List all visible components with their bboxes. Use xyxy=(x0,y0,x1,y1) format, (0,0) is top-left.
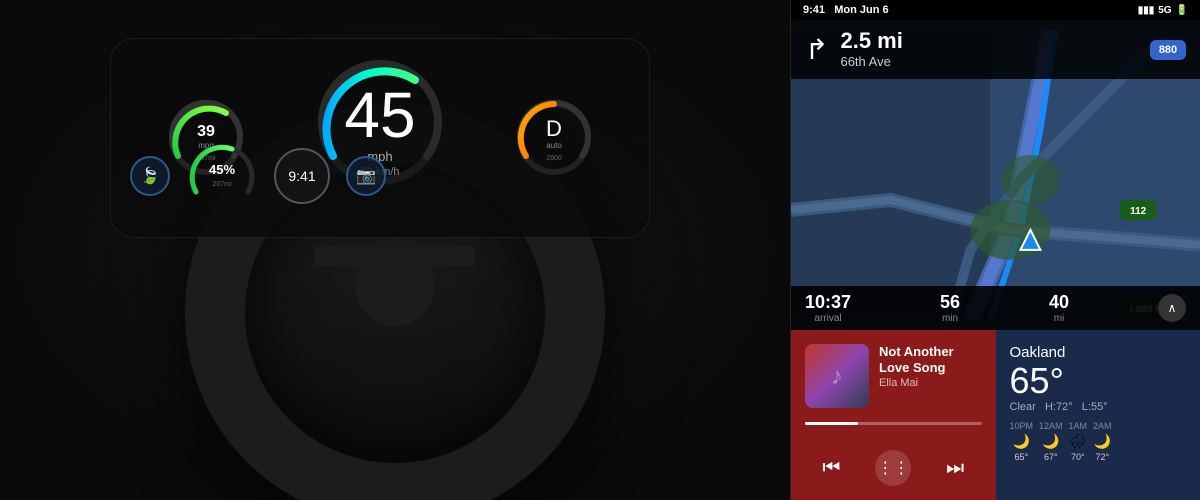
weather-widget[interactable]: Oakland 65° Clear H:72° L:55° 10PM 🌙 65° xyxy=(996,330,1200,500)
grid-icon: ⋮⋮ xyxy=(877,458,909,478)
svg-text:45%: 45% xyxy=(209,162,235,177)
speed-value: 45 xyxy=(344,83,415,147)
fuel-gauge: 45% 207mi xyxy=(186,140,258,212)
album-art-bg: ♪ xyxy=(805,344,869,408)
music-controls: ⏮ ⋮⋮ ⏭ xyxy=(805,450,982,486)
dashboard-section: 39 mpg 207mi 45 mp xyxy=(0,0,790,500)
signal-icon: ▮▮▮ xyxy=(1138,5,1155,16)
steering-hub xyxy=(355,246,435,326)
svg-text:2800: 2800 xyxy=(547,155,563,162)
music-info-row: ♪ Not Another Love Song Ella Mai xyxy=(805,344,982,408)
song-title: Not Another Love Song xyxy=(879,344,982,375)
svg-text:♪: ♪ xyxy=(831,363,843,390)
camera-badge: 📷 xyxy=(346,156,386,196)
city-name: Oakland xyxy=(1010,344,1187,361)
prev-button[interactable]: ⏮ xyxy=(822,457,840,480)
hour-item-3: 2AM 🌙 72° xyxy=(1093,421,1112,462)
map-area[interactable]: 112 I-880 N ↱ 2.5 mi 66th Ave 880 10:37 … xyxy=(791,20,1200,330)
clock-display: 9:41 xyxy=(288,168,315,184)
nav-header: ↱ 2.5 mi 66th Ave 880 xyxy=(791,20,1200,79)
network-type: 5G xyxy=(1158,5,1171,16)
svg-text:112: 112 xyxy=(1130,206,1147,217)
next-button[interactable]: ⏭ xyxy=(946,457,964,480)
highway-badge-top: 880 xyxy=(1150,40,1186,60)
svg-text:auto: auto xyxy=(547,141,563,150)
temperature: 65° xyxy=(1010,363,1187,399)
time-badge: 9:41 xyxy=(274,148,330,204)
carplay-section: 9:41 Mon Jun 6 ▮▮▮ 5G 🔋 xyxy=(790,0,1200,500)
minutes-label: min xyxy=(942,313,958,324)
minutes-value: 56 xyxy=(940,292,960,313)
miles-stat: 40 mi xyxy=(1049,292,1069,324)
nav-distance: 2.5 mi xyxy=(840,30,1138,52)
svg-text:D: D xyxy=(546,116,562,141)
fuel-gauge-svg: 45% 207mi xyxy=(186,140,258,212)
nav-info: 2.5 mi 66th Ave xyxy=(840,30,1138,69)
weather-condition: Clear H:72° L:55° xyxy=(1010,401,1187,413)
arrival-stat: 10:37 arrival xyxy=(805,292,851,324)
expand-button[interactable]: ∧ xyxy=(1158,294,1186,322)
miles-value: 40 xyxy=(1049,292,1069,313)
album-art: ♪ xyxy=(805,344,869,408)
widgets-row: ♪ Not Another Love Song Ella Mai ⏮ ⋮⋮ ⏭ xyxy=(791,330,1200,500)
eco-badge: 🍃 xyxy=(130,156,170,196)
gear-gauge-svg: D auto 2800 xyxy=(514,98,594,178)
status-time: 9:41 Mon Jun 6 xyxy=(803,4,889,16)
nav-bottom-bar: 10:37 arrival 56 min 40 mi ∧ xyxy=(791,286,1200,330)
miles-label: mi xyxy=(1054,313,1065,324)
svg-text:207mi: 207mi xyxy=(212,181,232,188)
hour-item-0: 10PM 🌙 65° xyxy=(1010,421,1034,462)
progress-fill xyxy=(805,422,858,425)
hour-item-1: 12AM 🌙 67° xyxy=(1039,421,1063,462)
gear-gauge: D auto 2800 xyxy=(514,98,594,178)
music-text: Not Another Love Song Ella Mai xyxy=(879,344,982,389)
hour-item-2: 1AM 🌧 70° xyxy=(1069,421,1088,462)
arrival-label: arrival xyxy=(814,313,841,324)
camera-icon: 📷 xyxy=(356,166,376,186)
arrival-time: 10:37 xyxy=(805,292,851,313)
status-bar: 9:41 Mon Jun 6 ▮▮▮ 5G 🔋 xyxy=(791,0,1200,20)
grid-button[interactable]: ⋮⋮ xyxy=(875,450,911,486)
weather-hilo: H:72° L:55° xyxy=(1045,401,1108,413)
turn-arrow-icon: ↱ xyxy=(805,33,828,66)
minutes-stat: 56 min xyxy=(940,292,960,324)
music-widget[interactable]: ♪ Not Another Love Song Ella Mai ⏮ ⋮⋮ ⏭ xyxy=(791,330,996,500)
battery-icon: 🔋 xyxy=(1176,5,1188,16)
album-art-svg: ♪ xyxy=(805,344,869,408)
artist-name: Ella Mai xyxy=(879,377,982,389)
nav-street: 66th Ave xyxy=(840,54,1138,69)
svg-text:39: 39 xyxy=(197,123,215,140)
status-icons: ▮▮▮ 5G 🔋 xyxy=(1138,5,1188,16)
progress-bar xyxy=(805,422,982,425)
hourly-forecast: 10PM 🌙 65° 12AM 🌙 67° 1AM 🌧 70° 2AM 🌙 xyxy=(1010,421,1187,462)
eco-icon: 🍃 xyxy=(140,166,160,186)
